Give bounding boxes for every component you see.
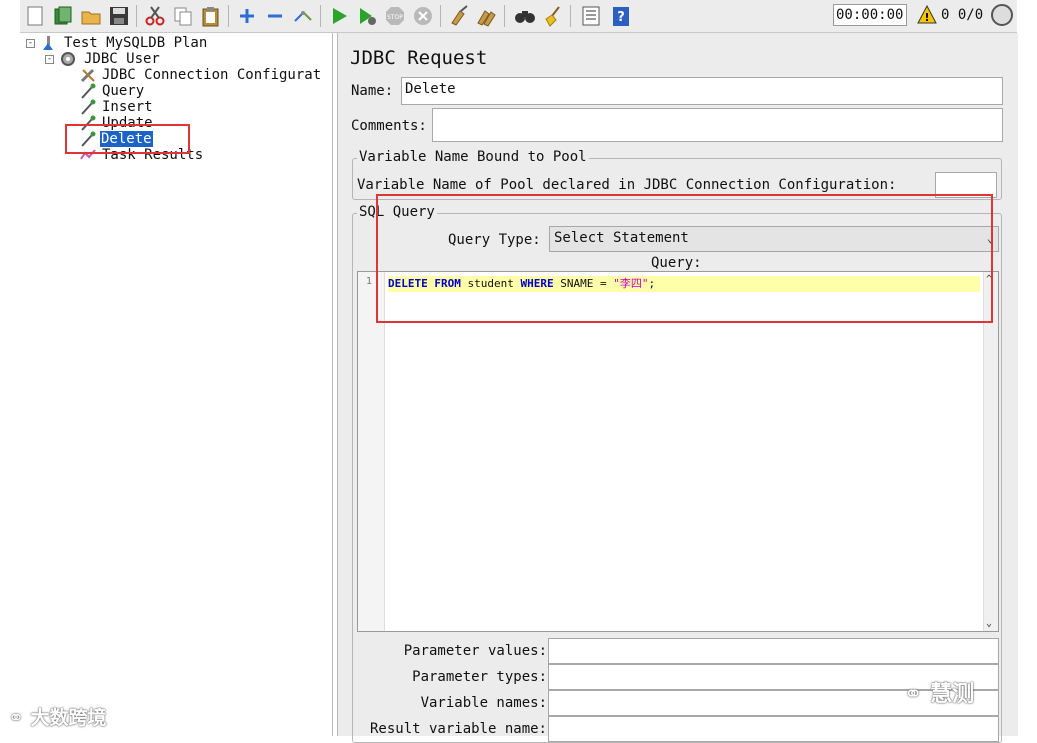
wrench-icon: [80, 68, 95, 83]
remote-status-icon[interactable]: [991, 4, 1013, 26]
watermark-right: ⚭ 慧测: [904, 676, 974, 708]
templates-icon[interactable]: [52, 5, 74, 27]
watermark-left-text: 大数跨境: [30, 707, 107, 729]
open-icon[interactable]: [80, 5, 102, 27]
start-icon[interactable]: [328, 5, 350, 27]
save-icon[interactable]: [108, 5, 130, 27]
line-number-gutter: 1: [358, 272, 385, 631]
test-plan-icon: [43, 36, 53, 50]
new-icon[interactable]: [24, 5, 46, 27]
help-icon[interactable]: ?: [610, 5, 632, 27]
warning-count: 0: [941, 7, 950, 23]
cut-icon[interactable]: [144, 5, 166, 27]
collapse-toggle[interactable]: -: [45, 55, 54, 64]
sampler-icon: [81, 99, 96, 115]
tree-item-query[interactable]: Query: [102, 83, 144, 99]
search-icon[interactable]: [514, 5, 536, 27]
param-types-label: Parameter types:: [412, 669, 547, 685]
comments-field[interactable]: [432, 108, 1003, 142]
wechat-icon: ⚭: [904, 682, 923, 707]
sql-query-editor[interactable]: 1 DELETE FROM student WHERE SNAME = "李四"…: [357, 271, 999, 632]
elapsed-timer: 00:00:00: [833, 4, 907, 26]
collapse-icon[interactable]: [264, 5, 286, 27]
stop-icon[interactable]: STOP: [384, 5, 406, 27]
paste-icon[interactable]: [200, 5, 222, 27]
result-variable-label: Result variable name:: [369, 721, 547, 737]
test-plan-tree: - Test MySQLDB Plan - JDBC User JDBC Con…: [20, 33, 333, 736]
line-number: 1: [366, 276, 373, 287]
scroll-down-icon[interactable]: ⌄: [986, 618, 992, 629]
function-helper-icon[interactable]: [580, 5, 602, 27]
param-values-field[interactable]: [548, 638, 999, 664]
tree-item-insert[interactable]: Insert: [102, 99, 153, 115]
gear-icon: [61, 52, 75, 66]
name-label: Name:: [351, 83, 394, 99]
name-field[interactable]: Delete: [401, 77, 1003, 105]
highlight-box-delete: [65, 124, 190, 154]
watermark-left: ⚭ 大数跨境: [8, 703, 107, 730]
main-toolbar: STOP ? 00:00:00 ! 0 0/0: [20, 0, 1017, 33]
watermark-right-text: 慧测: [930, 682, 975, 707]
status-counts: 0 0/0: [941, 7, 983, 23]
reset-search-icon[interactable]: [542, 5, 564, 27]
thread-count: 0/0: [957, 7, 984, 23]
pool-label: Variable Name of Pool declared in JDBC C…: [357, 177, 897, 193]
svg-text:!: !: [924, 11, 929, 24]
watermark-logo-icon: ⚭: [8, 707, 24, 729]
editor-scrollbar[interactable]: ^ ⌄: [983, 272, 998, 631]
sampler-icon: [81, 83, 96, 99]
start-no-pause-icon[interactable]: [356, 5, 378, 27]
highlight-box-query: [376, 194, 993, 323]
tree-item-test-plan[interactable]: Test MySQLDB Plan: [64, 35, 207, 51]
jdbc-request-panel: JDBC Request Name: Delete Comments: Vari…: [337, 33, 1018, 743]
param-values-label: Parameter values:: [403, 643, 547, 659]
result-variable-field[interactable]: [548, 716, 999, 742]
warning-icon[interactable]: !: [917, 4, 937, 25]
comments-label: Comments:: [351, 118, 427, 134]
clear-all-icon[interactable]: [476, 5, 498, 27]
tree-item-connection-config[interactable]: JDBC Connection Configurat: [102, 67, 321, 83]
tree-item-thread-group[interactable]: JDBC User: [84, 51, 160, 67]
variable-names-label: Variable names:: [420, 695, 547, 711]
clear-icon[interactable]: [448, 5, 470, 27]
expand-icon[interactable]: [236, 5, 258, 27]
shutdown-icon[interactable]: [412, 5, 434, 27]
collapse-toggle[interactable]: -: [26, 39, 35, 48]
svg-text:?: ?: [617, 10, 625, 25]
copy-icon[interactable]: [172, 5, 194, 27]
panel-title: JDBC Request: [350, 47, 488, 69]
svg-text:STOP: STOP: [387, 14, 403, 21]
pool-group-title: Variable Name Bound to Pool: [357, 149, 589, 165]
toggle-icon[interactable]: [292, 5, 314, 27]
